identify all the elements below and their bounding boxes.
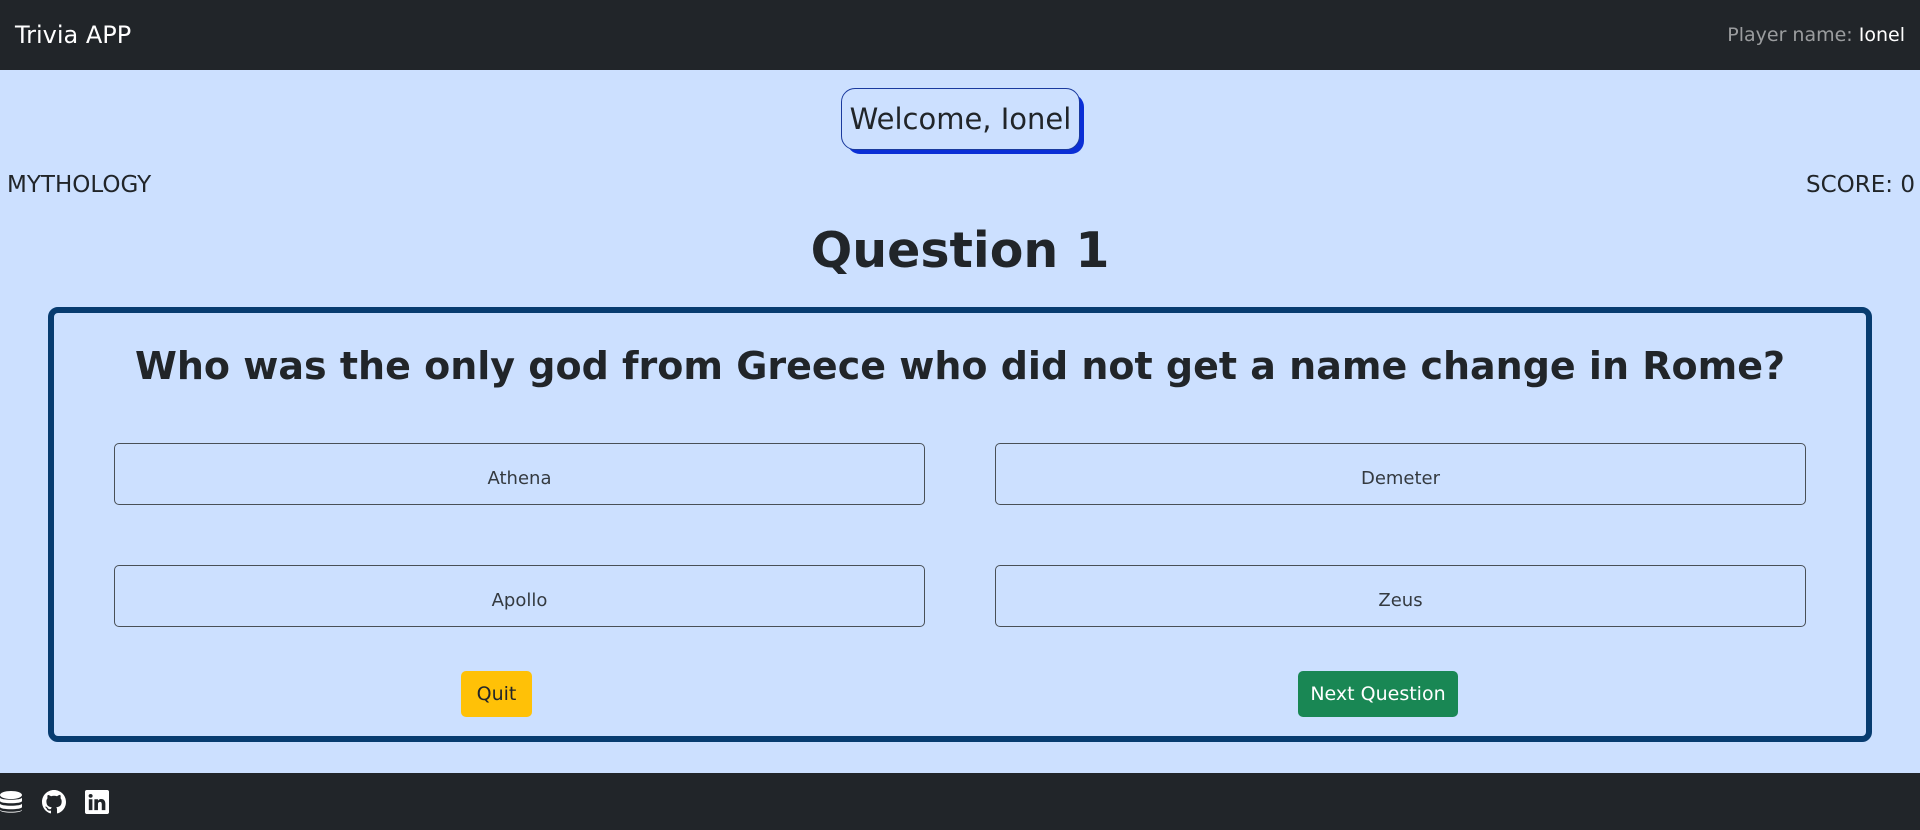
- app-brand[interactable]: Trivia APP: [15, 21, 131, 49]
- navbar: Trivia APP Player name: Ionel: [0, 0, 1920, 70]
- footer: [0, 773, 1920, 830]
- answer-button[interactable]: Demeter: [995, 443, 1806, 505]
- question-text: Who was the only god from Greece who did…: [134, 344, 1786, 388]
- linkedin-icon[interactable]: [84, 789, 110, 815]
- player-name-label: Player name:: [1727, 24, 1853, 46]
- welcome-badge: Welcome, Ionel: [841, 88, 1080, 150]
- quit-button[interactable]: Quit: [461, 671, 532, 717]
- question-card: Who was the only god from Greece who did…: [48, 307, 1872, 742]
- question-number: Question 1: [810, 222, 1110, 279]
- score-label: SCORE: 0: [1806, 172, 1915, 198]
- database-icon[interactable]: [0, 789, 24, 815]
- next-question-button[interactable]: Next Question: [1298, 671, 1458, 717]
- player-name: Ionel: [1858, 24, 1905, 46]
- answer-button[interactable]: Athena: [114, 443, 925, 505]
- category-label: MYTHOLOGY: [7, 172, 152, 198]
- github-icon[interactable]: [41, 789, 67, 815]
- answer-button[interactable]: Zeus: [995, 565, 1806, 627]
- player-info: Player name: Ionel: [1727, 24, 1905, 46]
- answer-button[interactable]: Apollo: [114, 565, 925, 627]
